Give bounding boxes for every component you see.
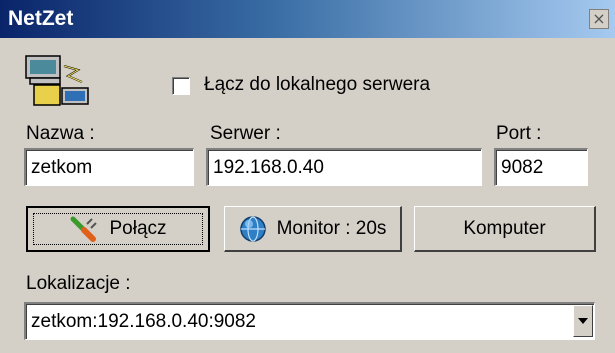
monitor-button[interactable]: Monitor : 20s [224,206,402,252]
computer-button[interactable]: Komputer [414,206,596,252]
window-title: NetZet [8,7,74,30]
computer-label: Komputer [463,217,546,239]
port-label: Port : [496,123,542,144]
monitor-label: Monitor : 20s [276,217,387,239]
connect-button[interactable]: Połącz [26,206,210,252]
title-bar[interactable]: NetZet × [0,0,615,38]
name-label: Nazwa : [26,123,95,144]
triangle-down-icon [578,318,588,324]
local-server-checkbox[interactable] [172,77,190,95]
name-field[interactable]: zetkom [24,148,194,186]
locations-dropdown[interactable]: zetkom:192.168.0.40:9082 [24,302,595,340]
server-label: Serwer : [210,123,281,144]
locations-label: Lokalizacje : [26,273,131,294]
close-button[interactable]: × [589,9,609,29]
globe-icon [239,215,266,242]
local-server-label[interactable]: Łącz do lokalnego serwera [204,74,430,96]
server-field[interactable]: 192.168.0.40 [206,148,482,186]
network-computers-icon [25,55,89,106]
port-field[interactable]: 9082 [494,148,588,186]
locations-selected: zetkom:192.168.0.40:9082 [31,311,257,332]
dropdown-arrow-button[interactable] [573,305,593,337]
focus-rectangle [33,213,203,245]
